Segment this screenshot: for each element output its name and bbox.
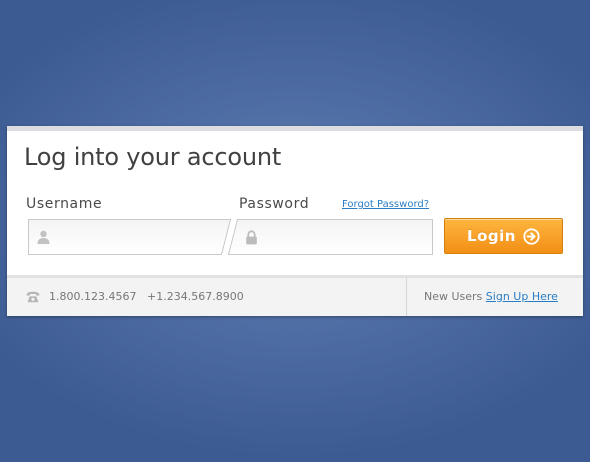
login-button-label: Login xyxy=(467,227,516,245)
sign-up-link[interactable]: Sign Up Here xyxy=(486,290,558,303)
username-input[interactable] xyxy=(59,220,219,252)
username-label: Username xyxy=(26,196,103,212)
forgot-password-link[interactable]: Forgot Password? xyxy=(342,199,429,210)
panel-top-bar xyxy=(7,126,583,131)
login-panel: Log into your account Username Password … xyxy=(7,126,583,316)
password-input[interactable] xyxy=(269,220,429,252)
login-button[interactable]: Login xyxy=(444,218,563,254)
phone-number-primary: 1.800.123.4567 xyxy=(49,290,137,303)
arrow-right-circle-icon xyxy=(523,227,540,245)
new-users-text: New Users xyxy=(424,290,483,303)
lock-icon xyxy=(246,230,257,245)
phone-number-secondary: +1.234.567.8900 xyxy=(147,290,244,303)
new-users-prompt: New Users Sign Up Here xyxy=(424,290,558,303)
password-label: Password xyxy=(239,196,310,212)
user-icon xyxy=(37,230,50,244)
page-title: Log into your account xyxy=(24,143,282,171)
panel-footer: 1.800.123.4567 +1.234.567.8900 New Users… xyxy=(7,275,583,316)
phone-icon xyxy=(26,291,40,303)
footer-divider xyxy=(406,278,407,316)
